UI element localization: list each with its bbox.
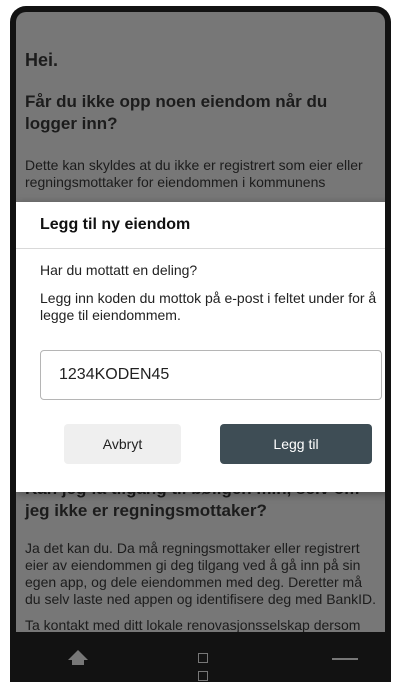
dialog-title: Legg til ny eiendom [40, 216, 191, 233]
greeting-heading: Hei. [25, 50, 59, 70]
faq1-text: Dette kan skyldes at du ikke er registre… [25, 157, 363, 190]
add-property-dialog: Legg til ny eiendom Har du mottatt en de… [16, 202, 385, 492]
content-area: Hei. Får du ikke opp noen eiendom når du… [16, 50, 385, 135]
device-frame: Hei. Får du ikke opp noen eiendom når du… [10, 6, 391, 682]
dialog-question: Har du mottatt en deling? [40, 262, 198, 278]
dialog-description: Legg inn koden du mottok på e-post i fel… [40, 290, 377, 323]
faq1-title: Får du ikke opp noen eiendom når du logg… [25, 92, 328, 133]
system-nav-bar [10, 632, 391, 682]
app-screen: Hei. Får du ikke opp noen eiendom når du… [16, 12, 385, 632]
add-button[interactable]: Legg til [220, 424, 372, 464]
faq2-text: Ja det kan du. Da må regningsmottaker el… [25, 540, 377, 607]
cancel-button[interactable]: Avbryt [64, 424, 181, 464]
recent-apps-icon[interactable] [198, 650, 222, 681]
contact-text: Ta kontakt med ditt lokale renovasjonsse… [25, 617, 361, 632]
menu-icon[interactable] [332, 658, 358, 660]
share-code-input[interactable] [40, 350, 382, 400]
dialog-divider [16, 248, 385, 249]
